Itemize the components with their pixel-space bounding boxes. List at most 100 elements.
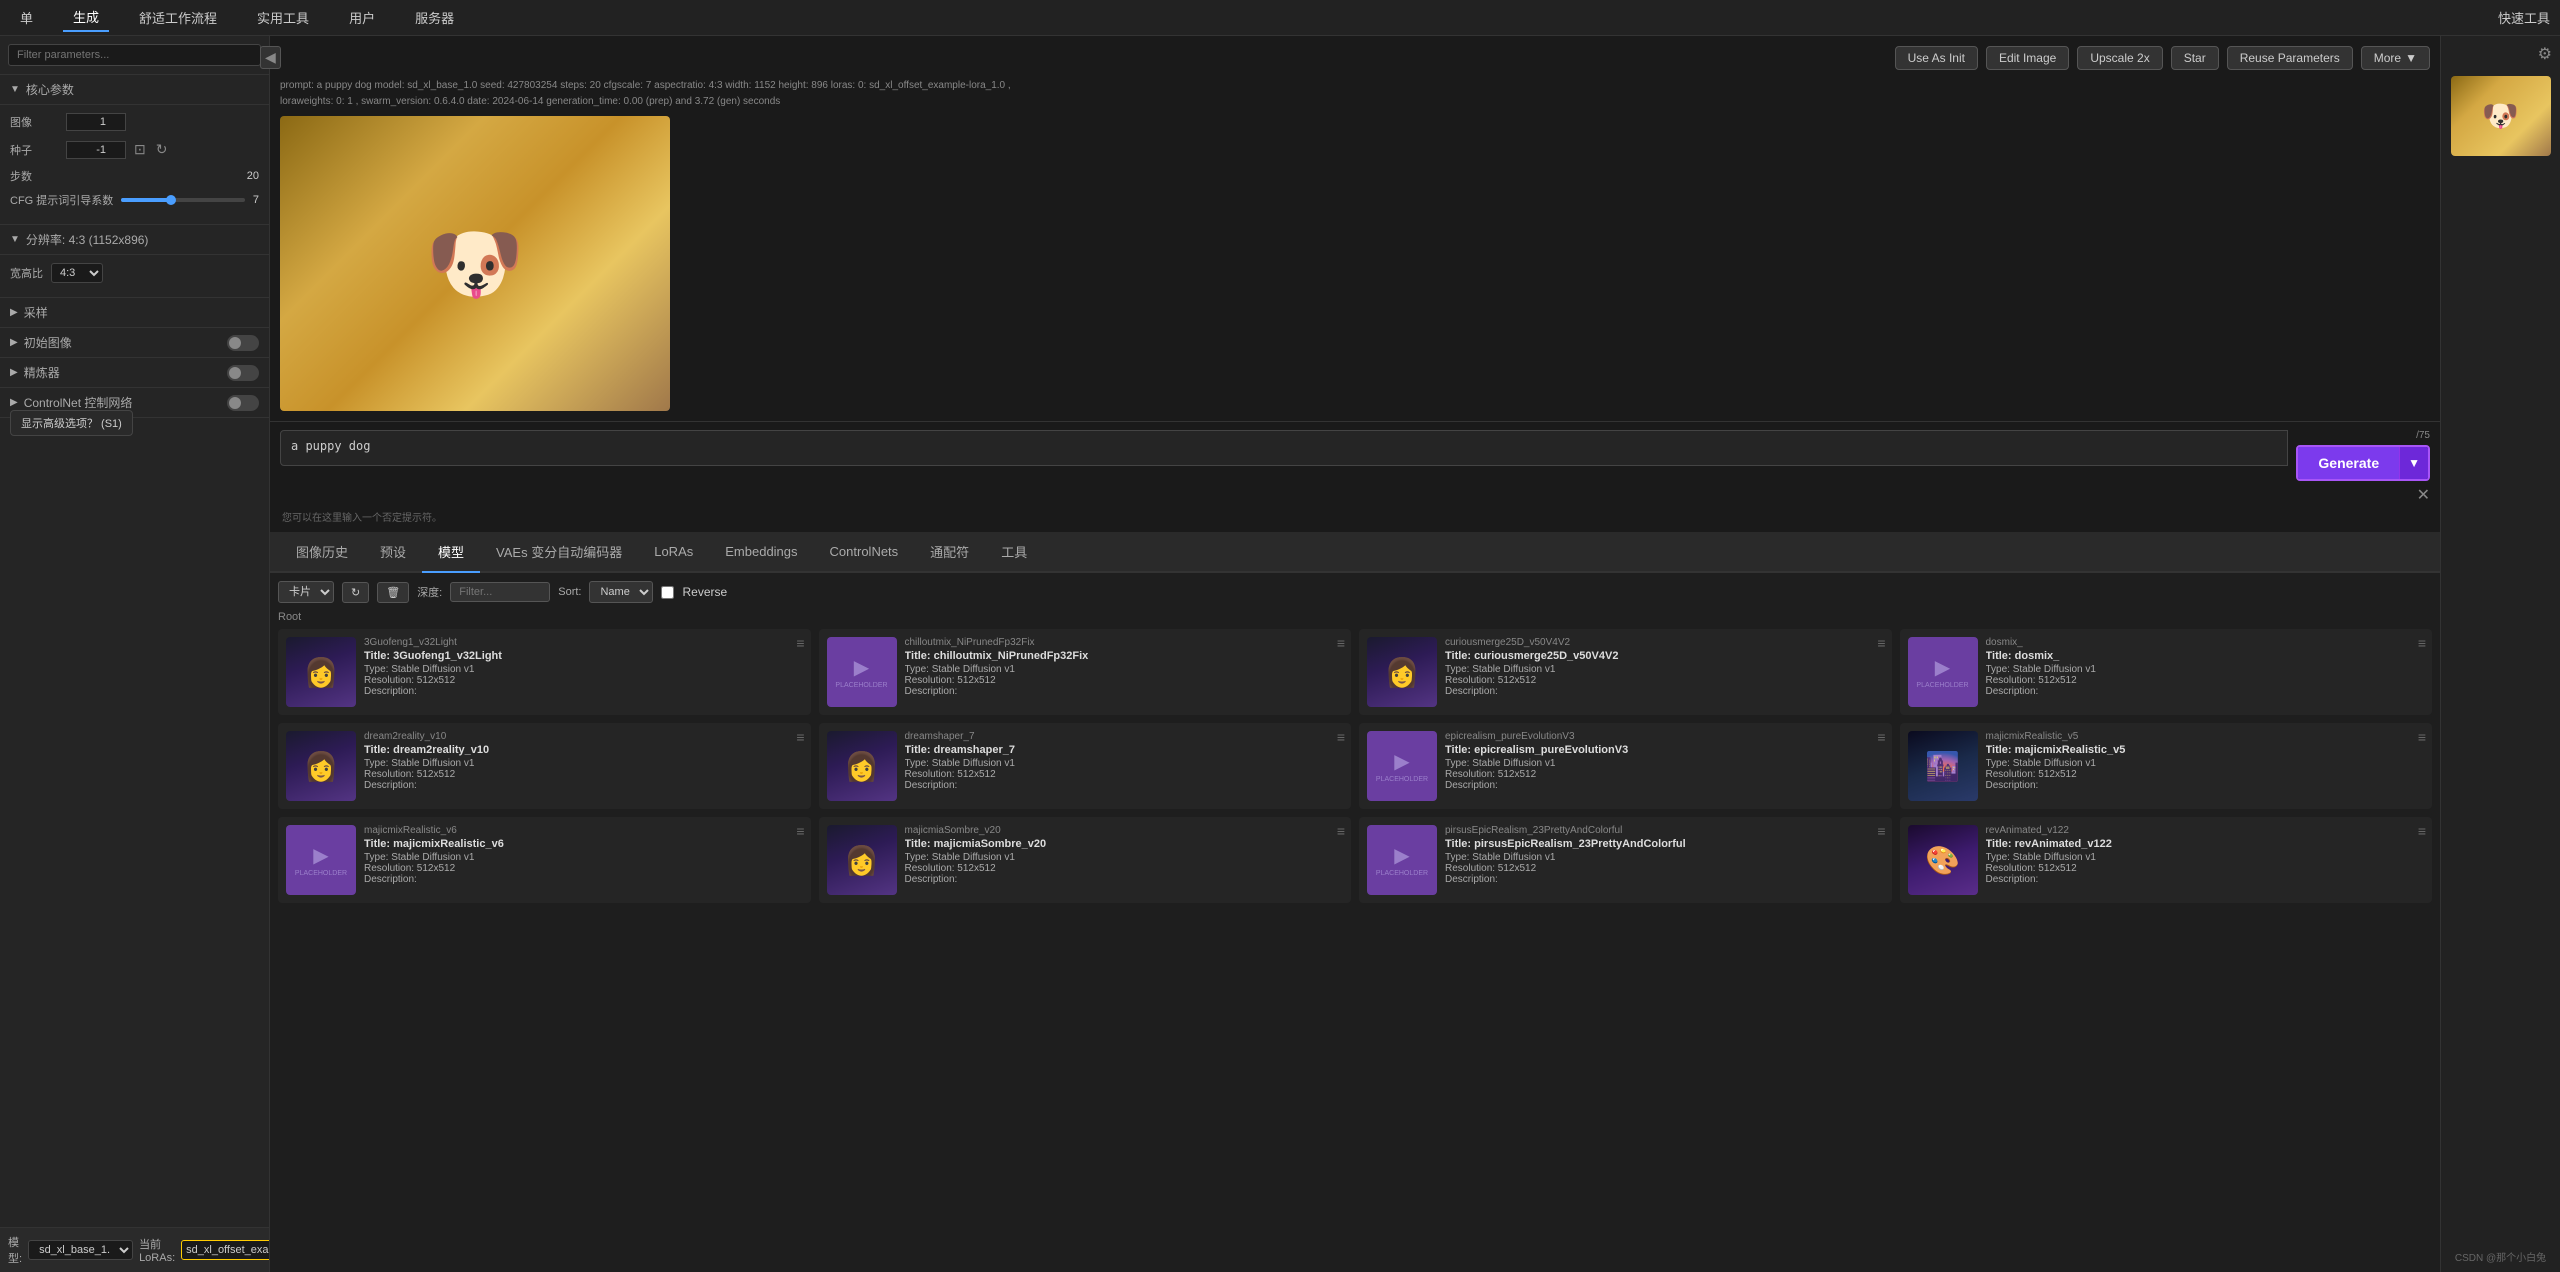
cfg-slider-track[interactable] (121, 198, 245, 202)
tab-tools[interactable]: 工具 (985, 532, 1043, 573)
controlnet-toggle[interactable] (227, 395, 259, 411)
right-panel-thumbnail[interactable]: 🐶 (2451, 76, 2551, 156)
model-card-menu-pirsus[interactable]: ≡ (1877, 823, 1885, 839)
tab-history[interactable]: 图像历史 (280, 532, 364, 573)
model-card-pirsus[interactable]: ▶ PLACEHOLDER pirsusEpicRealism_23Pretty… (1359, 817, 1892, 903)
sort-select[interactable]: Name Date Size (589, 581, 653, 603)
use-as-init-button[interactable]: Use As Init (1895, 46, 1978, 70)
seed-copy-btn[interactable]: ⊡ (132, 139, 148, 160)
settings-icon[interactable]: ⚙ (2538, 44, 2552, 64)
model-card-majicmix_v6[interactable]: ▶ PLACEHOLDER majicmixRealistic_v6 Title… (278, 817, 811, 903)
generate-button-wrap: Generate ▼ (2296, 445, 2430, 481)
model-area: 卡片 ↻ 🗑 深度: Sort: Name Date Size Reverse … (270, 573, 2440, 1272)
model-info-revanimated: revAnimated_v122 Title: revAnimated_v122… (1986, 825, 2425, 885)
model-name-majicmix_sombre: majicmiaSombre_v20 (905, 825, 1344, 836)
tab-presets[interactable]: 预设 (364, 532, 422, 573)
more-label: More (2374, 51, 2401, 65)
close-prompt-btn[interactable]: ✕ (2417, 485, 2430, 505)
nav-dan[interactable]: 单 (10, 4, 43, 31)
model-card-menu-chilloumix[interactable]: ≡ (1337, 635, 1345, 651)
model-card-menu-majicmix_sombre[interactable]: ≡ (1337, 823, 1345, 839)
init-image-toggle[interactable] (227, 335, 259, 351)
model-card-curiousmerge[interactable]: 👩 curiousmerge25D_v50V4V2 Title: curious… (1359, 629, 1892, 715)
sidebar-toggle-btn[interactable]: ◀ (260, 46, 281, 69)
star-button[interactable]: Star (2171, 46, 2219, 70)
model-info-epicrealism: epicrealism_pureEvolutionV3 Title: epicr… (1445, 731, 1884, 791)
model-desc-3guofeng: Description: (364, 686, 803, 697)
model-card-menu-dream2reality[interactable]: ≡ (796, 729, 804, 745)
reverse-label: Reverse (682, 585, 727, 599)
left-sidebar: ▼ 核心参数 图像 种子 ⊡ ↻ 步数 20 CFG 提示词引导系数 (0, 36, 270, 1272)
model-title-dreamshaper: Title: dreamshaper_7 (905, 744, 1344, 756)
model-card-majicmix_realistic_v5[interactable]: 🌆 majicmixRealistic_v5 Title: majicmixRe… (1900, 723, 2433, 809)
quick-tools[interactable]: 快速工具 (2498, 8, 2550, 27)
model-card-menu-revanimated[interactable]: ≡ (2418, 823, 2426, 839)
seed-input[interactable] (66, 141, 126, 159)
model-card-chilloumix[interactable]: ▶ PLACEHOLDER chilloutmix_NiPrunedFp32Fi… (819, 629, 1352, 715)
nav-shengcheng[interactable]: 生成 (63, 3, 109, 32)
section-refiner[interactable]: ▶ 精炼器 (0, 358, 269, 388)
model-card-menu-majicmix_v6[interactable]: ≡ (796, 823, 804, 839)
model-card-dream2reality[interactable]: 👩 dream2reality_v10 Title: dream2reality… (278, 723, 811, 809)
refiner-toggle[interactable] (227, 365, 259, 381)
model-card-menu-dreamshaper[interactable]: ≡ (1337, 729, 1345, 745)
sidebar-filter-section (0, 36, 269, 75)
model-card-dosmix[interactable]: ▶ PLACEHOLDER dosmix_ Title: dosmix_ Typ… (1900, 629, 2433, 715)
main-generated-image[interactable]: 🐶 (280, 116, 670, 411)
section-init-image[interactable]: ▶ 初始图像 (0, 328, 269, 358)
model-name-dosmix: dosmix_ (1986, 637, 2425, 648)
nav-server[interactable]: 服务器 (405, 4, 464, 31)
model-title-dream2reality: Title: dream2reality_v10 (364, 744, 803, 756)
model-select[interactable]: sd_xl_base_1. (28, 1240, 133, 1260)
model-thumb-majicmix_sombre: 👩 (827, 825, 897, 895)
model-card-menu-dosmix[interactable]: ≡ (2418, 635, 2426, 651)
prompt-input-row: a puppy dog /75 Generate ▼ ✕ (280, 430, 2430, 505)
upscale-button[interactable]: Upscale 2x (2077, 46, 2162, 70)
refiner-label: 精炼器 (24, 364, 60, 381)
generate-dropdown-btn[interactable]: ▼ (2399, 447, 2428, 479)
nav-tools[interactable]: 实用工具 (247, 4, 319, 31)
tab-vaes[interactable]: VAEs 变分自动编码器 (480, 532, 638, 573)
model-card-majicmix_sombre[interactable]: 👩 majicmiaSombre_v20 Title: majicmiaSomb… (819, 817, 1352, 903)
model-title-3guofeng: Title: 3Guofeng1_v32Light (364, 650, 803, 662)
model-thumb-revanimated: 🎨 (1908, 825, 1978, 895)
prompt-input[interactable]: a puppy dog (280, 430, 2288, 466)
tab-loras[interactable]: LoRAs (638, 534, 709, 571)
model-card-menu-3guofeng[interactable]: ≡ (796, 635, 804, 651)
tab-models[interactable]: 模型 (422, 532, 480, 573)
reverse-checkbox[interactable] (661, 586, 674, 599)
section-core-label: 核心参数 (26, 81, 74, 98)
view-select[interactable]: 卡片 (278, 581, 334, 603)
model-card-menu-epicrealism[interactable]: ≡ (1877, 729, 1885, 745)
tab-embeddings[interactable]: Embeddings (709, 534, 813, 571)
model-card-menu-majicmix_realistic_v5[interactable]: ≡ (2418, 729, 2426, 745)
filter-input[interactable] (450, 582, 550, 602)
model-card-3guofeng[interactable]: 👩 3Guofeng1_v32Light Title: 3Guofeng1_v3… (278, 629, 811, 715)
tab-controlnets[interactable]: ControlNets (814, 534, 915, 571)
model-card-epicrealism[interactable]: ▶ PLACEHOLDER epicrealism_pureEvolutionV… (1359, 723, 1892, 809)
model-card-dreamshaper[interactable]: 👩 dreamshaper_7 Title: dreamshaper_7 Typ… (819, 723, 1352, 809)
filter-parameters-input[interactable] (8, 44, 261, 66)
model-type-chilloumix: Type: Stable Diffusion v1 (905, 664, 1344, 675)
nav-workflow[interactable]: 舒适工作流程 (129, 4, 227, 31)
refresh-btn[interactable]: ↻ (342, 582, 369, 603)
model-card-menu-curiousmerge[interactable]: ≡ (1877, 635, 1885, 651)
seed-random-btn[interactable]: ↻ (154, 139, 170, 160)
advanced-options-tooltip[interactable]: 显示高级选项？ (S1) (10, 410, 133, 436)
section-core-params[interactable]: ▼ 核心参数 (0, 75, 269, 105)
cfg-slider-thumb[interactable] (166, 195, 176, 205)
images-input[interactable] (66, 113, 126, 131)
sampling-arrow: ▶ (10, 307, 18, 318)
lora-input[interactable] (186, 1244, 270, 1256)
reuse-params-button[interactable]: Reuse Parameters (2227, 46, 2353, 70)
generate-button[interactable]: Generate (2298, 447, 2399, 479)
section-sampling[interactable]: ▶ 采样 (0, 298, 269, 328)
more-button[interactable]: More ▼ (2361, 46, 2430, 70)
model-card-revanimated[interactable]: 🎨 revAnimated_v122 Title: revAnimated_v1… (1900, 817, 2433, 903)
aspect-select[interactable]: 4:3 1:1 16:9 3:4 9:16 (51, 263, 103, 283)
delete-btn[interactable]: 🗑 (377, 582, 409, 603)
tab-wildcards[interactable]: 通配符 (914, 532, 985, 573)
nav-user[interactable]: 用户 (339, 4, 385, 31)
section-resolution[interactable]: ▼ 分辨率: 4:3 (1152x896) (0, 225, 269, 255)
edit-image-button[interactable]: Edit Image (1986, 46, 2069, 70)
